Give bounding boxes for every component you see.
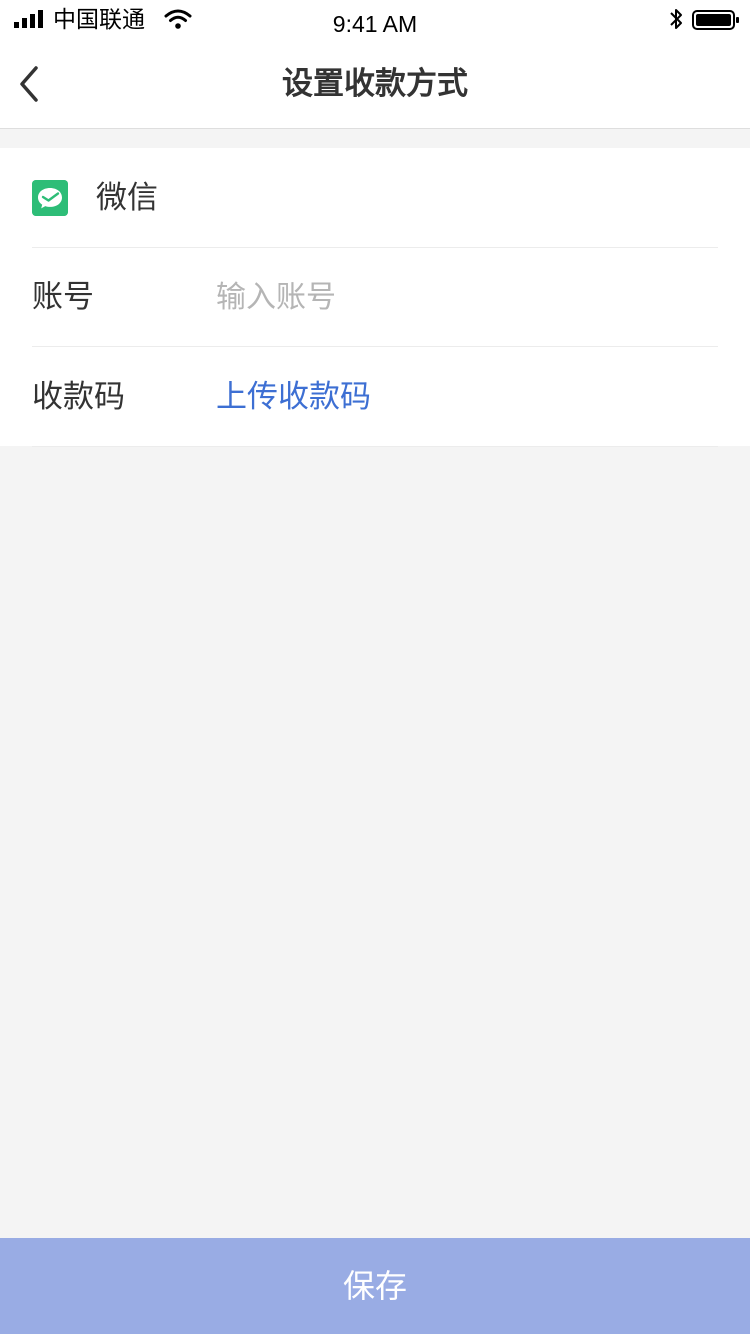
status-time: 9:41 AM <box>332 11 418 37</box>
account-input[interactable] <box>216 274 696 320</box>
payment-method-form: 微信 账号 收款码 上传收款码 <box>0 148 750 447</box>
wechat-icon <box>32 180 68 216</box>
screen: 中国联通 9:41 AM 设置收款方式 微信 账号 输入账号 收款码 上传收款码… <box>0 0 750 1334</box>
payment-method-row: 微信 <box>32 148 718 248</box>
account-row: 账号 <box>32 247 718 347</box>
qr-code-row: 收款码 上传收款码 <box>32 347 718 447</box>
qr-code-label: 收款码 <box>32 379 125 415</box>
bluetooth-icon <box>670 9 682 29</box>
page-title: 设置收款方式 <box>282 66 468 102</box>
payment-method-name: 微信 <box>96 180 158 216</box>
nav-bar: 设置收款方式 <box>0 40 750 129</box>
battery-icon <box>692 10 739 30</box>
upload-qr-code-link[interactable]: 上传收款码 <box>216 376 371 418</box>
account-label: 账号 <box>32 279 94 315</box>
status-bar: 中国联通 9:41 AM <box>0 0 750 40</box>
save-button[interactable]: 保存 <box>0 1238 750 1334</box>
